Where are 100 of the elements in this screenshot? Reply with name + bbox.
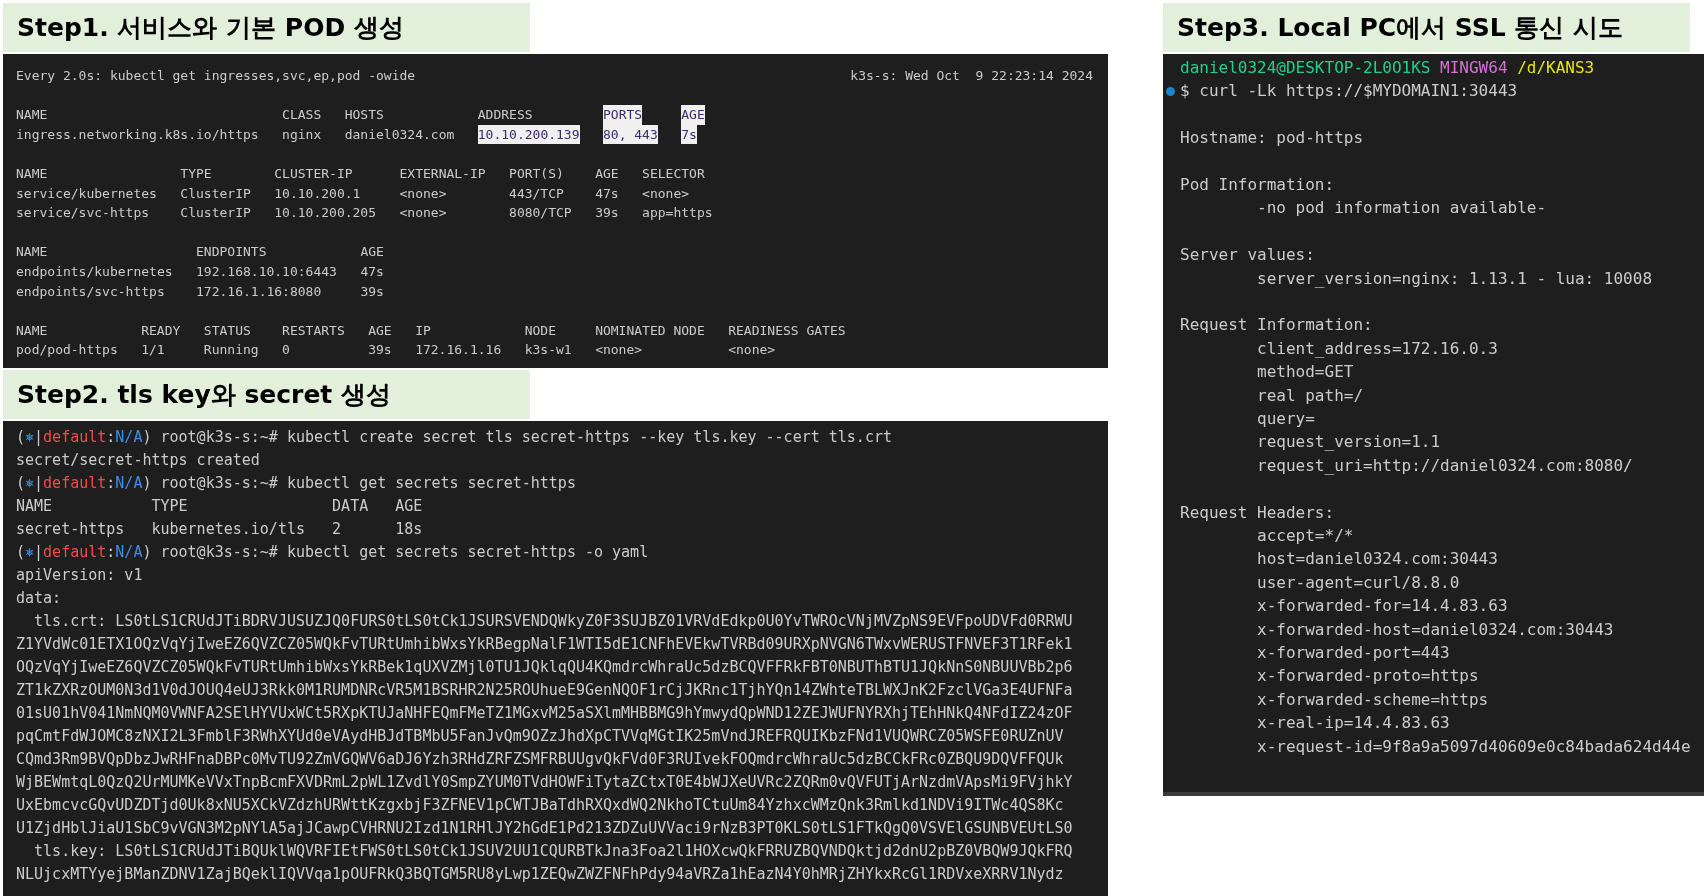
table-cell-text: <none> (728, 341, 776, 360)
table-cell-text: app=https (642, 204, 713, 223)
column-header: HOSTS (344, 106, 384, 125)
output-line: Pod Information: (1180, 174, 1335, 196)
output-line: x-real-ip=14.4.83.63 (1256, 712, 1450, 735)
table-cell-text: <none> (595, 341, 643, 360)
table-cell-text: service/svc-https (16, 204, 150, 223)
section-title: Step3. Local PC에서 SSL 통신 시도 (1163, 3, 1690, 52)
output-line: UxEbmcvcGQvUDZDTjd0Uk8xNU5XCkVZdzhURWttKzgxbjF3ZFNEV1pCWTJBaTdhRXQxdWQ2NkhoTCtuUm84YzhxcWMzQnk3Rmlkd1NDVi9ITWc4QS8Kc (16, 795, 1065, 816)
output-line: Hostname: pod-https (1180, 127, 1364, 150)
column-header: NAME (16, 164, 48, 183)
output-line: data: (16, 588, 63, 609)
output-line: tls.crt: LS0tLS1CRUdJTiBDRVJUSUZJQ0FURS0tLS0tCk1JSURSVENDQWkyZ0F3SUJBZ01VRVdEdkp0U0YvTWROcVNjMVZpNS9EVFpoUDVFd0RRWU (33, 611, 1074, 632)
output-line: request_version=1.1 (1256, 431, 1441, 454)
table-cell-text: pod/pod-https (16, 341, 118, 360)
table-cell-text: 47s (360, 262, 384, 281)
output-line: x-forwarded-scheme=https (1256, 688, 1489, 711)
column-header: CLUSTER-IP (274, 164, 353, 183)
output-line: -no pod information available- (1256, 197, 1547, 220)
table-cell-text: 192.168.10.10:6443 (196, 262, 337, 281)
section-title: Step1. 서비스와 기본 POD 생성 (3, 3, 530, 52)
column-header: AGE (595, 164, 619, 183)
output-line: ZT1kZXRzOUM0N3d1V0dJOUQ4eUJ3Rkk0M1RUMDNRcVR5M1BSRHR2N25ROUhueE9GenNQOF1rCjJKRnc1TjhYQn14ZWhteTBLWXJnK2FzclVGa3E4UFNFa (16, 680, 1074, 701)
output-line: OQzVqYjIweEZ6QVZCZ05WQkFvTURtUmhibWxsYkRBek1qUXVZMjl0TU1JQklqQU4KQmdrcWhraUc5dzBCQVFFRkFBT0NBUThBTU1JQkNnS0NBUUVBb2p6 (16, 657, 1074, 678)
output-line: x-forwarded-host=daniel0324.com:30443 (1256, 618, 1614, 641)
output-line: x-forwarded-proto=https (1256, 665, 1479, 688)
table-cell-text: k3s-w1 (524, 341, 572, 360)
column-header: PORTS (603, 105, 643, 125)
table-cell-text: <none> (399, 184, 447, 203)
output-line: WjBEWmtqL0QzQ2UrMUMKeVVxTnpBcmFXVDRmL2pWL1ZvdlY0SmpZYUM0TVdHOWFiTytaZCtxT0E4bWJXeUVRc2ZQRm0vQVFUTjArNzdmVApsMi9FVjhkY (16, 772, 1074, 793)
column-header: IP (415, 321, 431, 340)
output-line: server_version=nginx: 1.13.1 - lua: 10008 (1256, 267, 1652, 290)
table-cell-text: ClusterIP (180, 204, 251, 223)
column-header: PORT(S) (509, 164, 564, 183)
table-cell-text: 8080/TCP (509, 204, 572, 223)
table-cell-text: 39s (595, 204, 619, 223)
output-line: method=GET (1256, 361, 1354, 384)
table-cell-text: ClusterIP (180, 184, 251, 203)
column-header: ADDRESS (477, 106, 533, 125)
table-cell-text: ingress.networking.k8s.io/https (16, 125, 259, 144)
output-line: Request Headers: (1180, 501, 1335, 524)
output-line: host=daniel0324.com:30443 (1256, 548, 1498, 571)
table-cell-text: 172.16.1.16:8080 (196, 282, 322, 301)
column-header: READINESS GATES (728, 321, 846, 340)
command-line: (⎈|default:N/A) root@k3s-s:~# kubectl create secret tls secret-https --key tls.key --cert tls.crt (16, 427, 893, 448)
table-cell-text: 0 (282, 341, 290, 360)
output-line: real path=/ (1256, 384, 1364, 407)
table-cell-text: 10.10.200.1 (274, 184, 361, 203)
command-line: (⎈|default:N/A) root@k3s-s:~# kubectl get secrets secret-https -o yaml (16, 542, 650, 563)
output-line: NLUjcxMTYyejBManZDNV1ZajBQeklIQVVqa1pOUFRkQ3BQTGM5RU8yLwp1ZEQwZWZFNFhPdy94aVRZa1hEazN4Y0hMRjZHYkxRcGl1RDVxeXRRV1Nydz (16, 864, 1065, 885)
column-header: AGE (681, 105, 705, 125)
output-line: tls.key: LS0tLS1CRUdJTiBQUklWQVRFIEtFWS0tLS0tCk1JSUV2UU1CQURBTkJna3Foa2l1HOXcwQkFRRUZBQVNDQktjd2dnU2pBZ0VBQW9JQkFRQ (33, 841, 1074, 862)
column-header: SELECTOR (642, 164, 705, 183)
output-line: x-request-id=9f8a9a5097d40609e0c84bada624d44e (1256, 735, 1691, 758)
column-header: NAME (16, 321, 48, 340)
output-line: apiVersion: v1 (16, 565, 144, 586)
column-header: STATUS (203, 321, 251, 340)
table-cell: 7s (681, 124, 697, 145)
table-cell-text: 39s (360, 282, 384, 301)
output-line: NAME TYPE DATA AGE (16, 496, 424, 517)
table-cell: 80, 443 (603, 124, 658, 145)
table-cell-text: service/kubernetes (16, 184, 157, 203)
output-line: CQmd3Rm9BVQpDbzJwRHFnaDBPc0MvTU92ZmVGQWV6aDJ6Yzh3RHdZRFZSMFRBUUgvQkFVd0F3RUIvekFOQmdrcWhraUc5dzBCCkFRc0ZBQU9DQVFFQUk (16, 749, 1065, 770)
output-line: x-forwarded-port=443 (1256, 642, 1450, 665)
command-line: (⎈|default:N/A) root@k3s-s:~# kubectl get secrets secret-https (16, 473, 577, 494)
output-line: user-agent=curl/8.8.0 (1256, 571, 1460, 594)
column-header: NODE (524, 321, 556, 340)
output-line: secret/secret-https created (16, 450, 261, 471)
table-cell-text: 10.10.200.205 (274, 204, 377, 223)
output-line: Server values: (1180, 244, 1315, 267)
output-line: Z1YVdWc01ETX1OQzVqYjIweEZ6QVZCZ05WQkFvTURtUmhibWxsYkRBegpNalF1WTI5dE1CNFhEVEkwTVRBd09URXpNVGN6TWxvWERUSTFNVEF3T1RFek1 (16, 634, 1074, 655)
command-line: $ curl -Lk https://$MYDOMAIN1:30443 (1180, 80, 1518, 103)
table-cell-text: <none> (642, 184, 690, 203)
column-header: NAME (16, 106, 48, 125)
output-line: client_address=172.16.0.3 (1256, 337, 1498, 360)
table-cell-text: <none> (399, 204, 447, 223)
output-line: secret-https kubernetes.io/tls 2 18s (16, 519, 424, 540)
table-cell: 10.10.200.139 (477, 124, 580, 145)
table-cell-text: 443/TCP (509, 184, 564, 203)
table-cell-text: nginx (282, 125, 322, 144)
output-line: x-forwarded-for=14.4.83.63 (1256, 595, 1508, 618)
column-header: READY (141, 321, 181, 340)
output-line: query= (1256, 408, 1315, 431)
column-header: ENDPOINTS (196, 243, 267, 262)
table-cell-text: 39s (368, 341, 392, 360)
table-cell-text: 172.16.1.16 (415, 341, 502, 360)
section-title: Step2. tls key와 secret 생성 (3, 370, 530, 419)
output-line: U1ZjdHblJiaU1SbC9vVGN3M2pNYlA5ajJCawpCVHRNU2Izd1N1RHlJY2hGdE1Pd213ZDZuUVVaci9rNzB3PT0KLS0tLS1FTkQgQ0VSVElGSUNBVEUtLS0 (16, 818, 1074, 839)
column-header: NAME (16, 243, 48, 262)
table-cell-text: Running (203, 341, 259, 360)
table-cell-text: endpoints/svc-https (16, 282, 165, 301)
watch-command: Every 2.0s: kubectl get ingresses,svc,ep,pod -owide (16, 67, 416, 85)
output-line: 01sU01hV041NmNQM0VWNFA2SElHYVUxWCt5RXpKTUJaNHFEQmFMeTZ1MGxvM25aSXlmMHBBMG9hYmwydQpWND12ZEJWUFNYRXhjTEhHNkQ4NFdIZ24zOF (16, 703, 1074, 724)
command-line: daniel0324@DESKTOP-2L0O1KS MINGW64 /d/KANS3 (1180, 57, 1595, 79)
table-cell-text: 47s (595, 184, 619, 203)
column-header: RESTARTS (282, 321, 345, 340)
table-cell-text: 1/1 (141, 341, 165, 360)
column-header: CLASS (282, 106, 322, 125)
output-line: pqCmtFdWJOMC8zNXI2L3FmblF3RWhXYUd0eVAydHBJdTBMbU5FanJvQm9OZzJhdXpCTVVqMGtIK25mVndJREFRQUIKbzFNd1VUQWRCZ05WSFE0RUZnUV (16, 726, 1065, 747)
column-header: TYPE (180, 164, 212, 183)
